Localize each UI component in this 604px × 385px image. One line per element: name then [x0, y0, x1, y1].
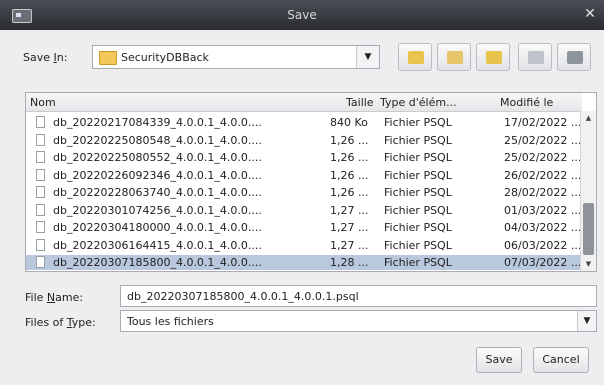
table-row[interactable]: db_20220304180000_4.0.0.1_4.0.0.... 1,27 …	[26, 220, 582, 235]
column-header-modified[interactable]: Modifié le	[500, 96, 553, 109]
file-size-cell: 1,26 ...	[330, 186, 369, 199]
table-row[interactable]: db_20220217084339_4.0.0.1_4.0.0.... 840 K…	[26, 115, 582, 130]
file-size-cell: 1,28 ...	[330, 256, 369, 269]
file-icon	[36, 133, 45, 146]
file-icon	[36, 151, 45, 163]
file-size-cell: 1,27 ...	[330, 221, 369, 234]
file-icon	[36, 238, 45, 251]
table-row[interactable]: db_20220226092346_4.0.0.1_4.0.0.... 1,26 …	[26, 168, 582, 183]
file-name-cell: db_20220228063740_4.0.0.1_4.0.0....	[53, 186, 262, 199]
list-view-icon	[528, 51, 544, 64]
file-name-cell: db_20220225080552_4.0.0.1_4.0.0....	[53, 151, 262, 164]
file-type-cell: Fichier PSQL	[384, 186, 452, 199]
table-row[interactable]: db_20220306164415_4.0.0.1_4.0.0.... 1,27 …	[26, 238, 582, 253]
column-header-name[interactable]: Nom	[30, 96, 56, 109]
file-date-cell: 25/02/2022 ...	[504, 151, 582, 164]
new-folder-button[interactable]	[476, 43, 510, 71]
file-size-cell: 1,26 ...	[330, 168, 369, 182]
table-row[interactable]: db_20220225080552_4.0.0.1_4.0.0.... 1,26 …	[26, 150, 582, 165]
file-icon	[36, 221, 45, 233]
column-header-type[interactable]: Type d'élém...	[380, 96, 457, 109]
file-name-cell: db_20220306164415_4.0.0.1_4.0.0....	[53, 238, 262, 252]
scroll-up-icon[interactable]: ▲	[581, 111, 596, 125]
details-view-button[interactable]	[557, 43, 591, 71]
file-type-label: Files of Type:	[25, 316, 96, 329]
file-size-cell: 1,27 ...	[330, 238, 369, 252]
file-name-cell: db_20220225080548_4.0.0.1_4.0.0....	[53, 133, 262, 147]
save-in-label: Save In:	[23, 51, 68, 64]
file-list[interactable]: Nom Taille Type d'élém... Modifié le db_…	[25, 92, 597, 272]
close-icon[interactable]: ✕	[582, 6, 598, 22]
home-icon	[447, 51, 463, 64]
save-in-value: SecurityDBBack	[121, 51, 209, 64]
file-type-cell: Fichier PSQL	[384, 116, 452, 129]
file-icon	[36, 186, 45, 198]
file-name-cell: db_20220301074256_4.0.0.1_4.0.0....	[53, 203, 262, 217]
up-folder-button[interactable]	[398, 43, 432, 71]
file-type-value: Tous les fichiers	[127, 315, 214, 328]
file-type-cell: Fichier PSQL	[384, 168, 452, 182]
file-icon	[36, 168, 45, 181]
file-date-cell: 28/02/2022 ...	[504, 186, 582, 199]
folder-icon	[99, 51, 117, 65]
list-view-button[interactable]	[518, 43, 552, 71]
save-button[interactable]: Save	[476, 347, 522, 373]
cancel-button[interactable]: Cancel	[533, 347, 589, 373]
file-list-header: Nom Taille Type d'élém... Modifié le	[26, 93, 582, 112]
home-button[interactable]	[437, 43, 471, 71]
scroll-thumb[interactable]	[583, 203, 594, 255]
file-name-cell: db_20220304180000_4.0.0.1_4.0.0....	[53, 221, 262, 234]
table-row[interactable]: db_20220228063740_4.0.0.1_4.0.0.... 1,26 …	[26, 185, 582, 200]
file-name-cell: db_20220217084339_4.0.0.1_4.0.0....	[53, 116, 262, 129]
title-bar[interactable]: Save ✕	[0, 0, 604, 30]
column-header-size[interactable]: Taille	[346, 96, 374, 109]
chevron-down-icon[interactable]: ▼	[356, 46, 379, 68]
vertical-scrollbar[interactable]: ▲ ▼	[580, 111, 596, 271]
file-date-cell: 25/02/2022 ...	[504, 133, 582, 147]
file-size-cell: 1,26 ...	[330, 133, 369, 147]
save-dialog: Save ✕ Save In: SecurityDBBack ▼ Nom Tai…	[0, 0, 604, 385]
save-in-combo[interactable]: SecurityDBBack ▼	[92, 45, 380, 69]
file-type-cell: Fichier PSQL	[384, 238, 452, 252]
file-type-cell: Fichier PSQL	[384, 256, 452, 269]
file-icon	[36, 256, 45, 268]
scroll-down-icon[interactable]: ▼	[581, 257, 596, 271]
file-size-cell: 1,27 ...	[330, 203, 369, 217]
file-date-cell: 07/03/2022 ...	[504, 256, 582, 269]
file-size-cell: 1,26 ...	[330, 151, 369, 164]
file-type-cell: Fichier PSQL	[384, 151, 452, 164]
chevron-down-icon[interactable]: ▼	[577, 311, 596, 331]
file-date-cell: 04/03/2022 ...	[504, 221, 582, 234]
file-type-combo[interactable]: Tous les fichiers ▼	[120, 310, 597, 332]
details-view-icon	[567, 51, 583, 64]
file-date-cell: 26/02/2022 ...	[504, 168, 582, 182]
file-date-cell: 17/02/2022 ...	[504, 116, 582, 129]
file-name-cell: db_20220307185800_4.0.0.1_4.0.0....	[53, 256, 262, 269]
table-row[interactable]: db_20220225080548_4.0.0.1_4.0.0.... 1,26 …	[26, 133, 582, 148]
file-icon	[36, 116, 45, 128]
file-date-cell: 06/03/2022 ...	[504, 238, 582, 252]
new-folder-icon	[486, 51, 502, 64]
file-name-input[interactable]: db_20220307185800_4.0.0.1_4.0.0.1.psql	[120, 285, 597, 307]
file-type-cell: Fichier PSQL	[384, 221, 452, 234]
folder-up-icon	[408, 51, 424, 64]
file-name-cell: db_20220226092346_4.0.0.1_4.0.0....	[53, 168, 262, 182]
file-name-value: db_20220307185800_4.0.0.1_4.0.0.1.psql	[127, 290, 359, 303]
file-date-cell: 01/03/2022 ...	[504, 203, 582, 217]
table-row[interactable]: db_20220307185800_4.0.0.1_4.0.0.... 1,28 …	[26, 255, 582, 270]
table-row[interactable]: db_20220301074256_4.0.0.1_4.0.0.... 1,27 …	[26, 203, 582, 218]
file-type-cell: Fichier PSQL	[384, 133, 452, 147]
file-name-label: File Name:	[25, 291, 84, 304]
window-title: Save	[287, 8, 317, 22]
file-size-cell: 840 Ko	[330, 116, 368, 129]
file-icon	[36, 203, 45, 216]
file-type-cell: Fichier PSQL	[384, 203, 452, 217]
